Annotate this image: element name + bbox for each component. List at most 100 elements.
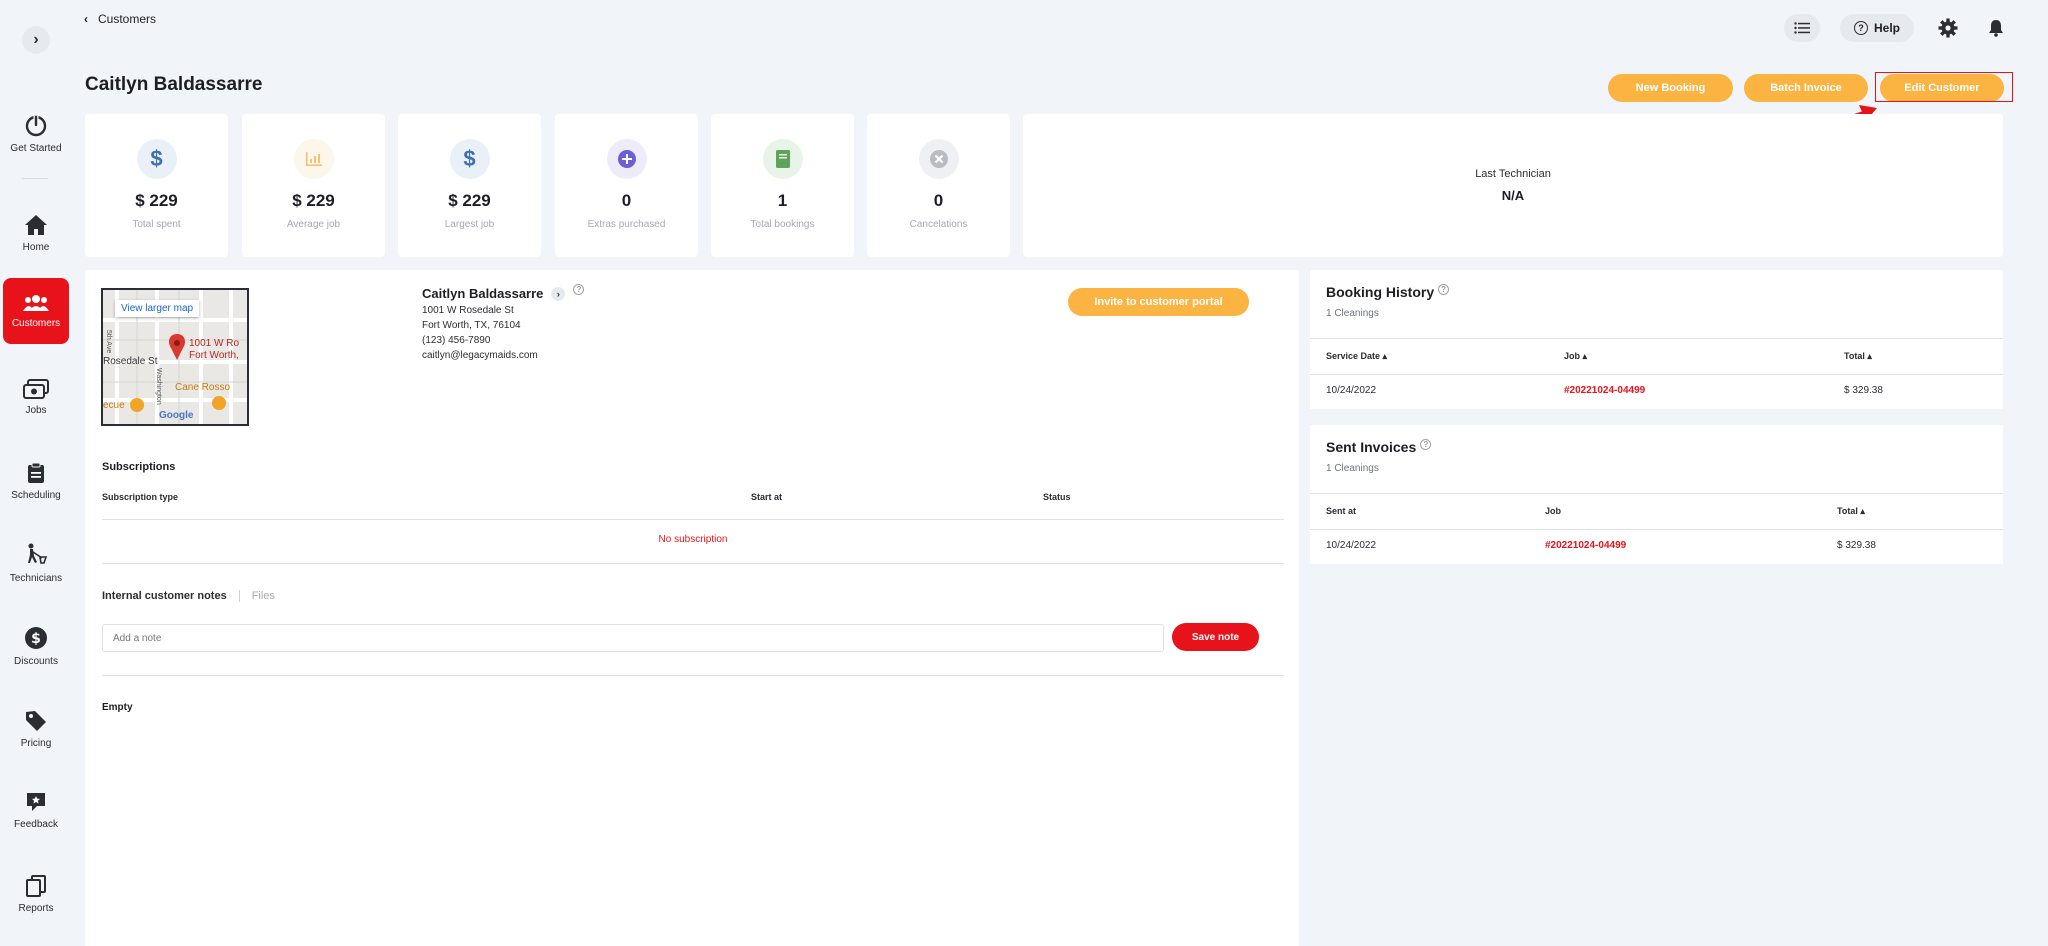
sidebar-item-technicians[interactable]: Technicians [3,530,69,596]
stat-card-largest-job: $ $ 229 Largest job [398,114,541,257]
sidebar-item-jobs[interactable]: Jobs [3,364,69,430]
sidebar-item-scheduling[interactable]: Scheduling [3,448,69,514]
stat-value: 1 [777,191,788,210]
booking-date: 10/24/2022 [1326,385,1377,396]
jobs-icon [23,378,49,399]
map-pin-label: 1001 W Ro [189,338,240,349]
note-input[interactable] [102,624,1164,652]
invite-portal-button[interactable]: Invite to customer portal [1068,288,1249,316]
subscriptions-title: Subscriptions [102,461,176,473]
sent-invoices-panel: Sent Invoices ? 1 Cleanings Sent at Job … [1310,425,2003,564]
last-technician-card: Last Technician N/A [1023,114,2003,257]
svg-text:$: $ [31,631,41,647]
map-place-label: ecue [103,400,125,411]
tag-icon [25,710,47,732]
dollar-icon: $ [136,139,177,179]
bell-icon [1989,20,2003,37]
sidebar-item-home[interactable]: Home [3,200,69,266]
map-place-label: Cane Rosso [175,382,231,393]
info-icon[interactable]: ? [1438,284,1450,295]
sidebar-item-label: Reports [18,902,54,914]
chevron-right-icon: › [33,31,39,48]
batch-invoice-button[interactable]: Batch Invoice [1744,74,1868,102]
view-larger-map-link[interactable]: View larger map [115,300,200,317]
sort-header-total[interactable]: Total ▴ [1837,506,1865,517]
sidebar-item-label: Home [22,241,50,253]
help-label: Help [1873,21,1900,35]
sidebar-item-pricing[interactable]: Pricing [3,696,69,762]
new-booking-button[interactable]: New Booking [1608,74,1733,102]
sidebar-item-customers[interactable]: Customers [3,278,69,344]
sort-header-total[interactable]: Total ▴ [1844,351,1872,362]
notes-empty-text: Empty [102,702,133,713]
customer-expand-button[interactable]: › [551,286,566,301]
sidebar-toggle-button[interactable]: › [22,26,50,54]
customer-name: Caitlyn Baldassarre [422,286,544,301]
info-icon[interactable]: ? [573,284,585,295]
question-icon: ? [1853,21,1868,35]
booking-job-link[interactable]: #20221024-04499 [1564,385,1645,396]
divider [1310,338,2003,339]
discount-icon: $ [24,626,48,650]
clipboard-icon [27,462,45,484]
customer-email: caitlyn@legacymaids.com [422,350,538,361]
sort-header-service-date[interactable]: Service Date ▴ [1326,351,1387,362]
stat-value: $ 229 [135,191,178,210]
column-header: Status [1043,492,1071,502]
map-street-label: 5th Ave [105,330,112,354]
sidebar-item-label: Jobs [25,404,47,416]
top-actions: ? Help [1783,14,2010,42]
stat-card-total-bookings: 1 Total bookings [711,114,854,257]
booking-total: $ 329.38 [1844,385,1883,396]
breadcrumb-customers-link[interactable]: Customers [98,12,156,26]
sidebar-item-feedback[interactable]: Feedback [3,777,69,843]
sort-header-job[interactable]: Job ▴ [1564,351,1587,362]
sent-invoices-title: Sent Invoices [1326,439,1417,455]
stat-label: Total bookings [750,219,815,230]
notifications-button[interactable] [1982,14,2010,42]
tab-internal-notes[interactable]: Internal customer notes [102,590,240,602]
no-subscription-text: No subscription [658,534,728,545]
breadcrumb[interactable]: ‹ Customers [84,12,156,26]
divider [102,675,1284,676]
invoice-job-link[interactable]: #20221024-04499 [1545,540,1626,551]
tab-files[interactable]: Files [240,590,275,602]
save-note-button[interactable]: Save note [1172,623,1259,651]
invoice-total: $ 329.38 [1837,540,1876,551]
stat-value: 0 [621,191,632,210]
settings-button[interactable] [1934,14,1962,42]
sidebar-divider [22,178,48,179]
dollar-icon: $ [449,139,490,179]
technician-icon [24,543,48,567]
stat-label: Largest job [444,219,495,230]
invoice-date: 10/24/2022 [1326,540,1377,551]
stat-value: 0 [933,191,944,210]
sidebar-item-label: Get Started [10,142,62,154]
column-header: Start at [751,492,783,502]
edit-customer-highlight [1875,72,2013,102]
sidebar: › Get Started Home Customers Jobs Schedu… [0,10,72,946]
divider [1310,529,2003,530]
stat-card-total-spent: $ $ 229 Total spent [85,114,228,257]
sidebar-item-label: Technicians [9,572,63,584]
divider [102,519,1284,520]
list-view-button[interactable] [1783,14,1820,42]
stat-value: $ 229 [292,191,335,210]
stat-label: Extras purchased [587,219,666,230]
notes-tabs: Internal customer notes Files [102,590,275,602]
sidebar-item-get-started[interactable]: Get Started [3,100,69,166]
last-technician-value: N/A [1501,188,1525,203]
divider [1310,374,2003,375]
customer-info: Caitlyn Baldassarre › ? 1001 W Rosedale … [422,284,585,361]
stat-value: $ 229 [448,191,491,210]
sidebar-item-discounts[interactable]: $ Discounts [3,613,69,679]
google-logo: Google [159,410,194,421]
divider [1310,493,2003,494]
home-icon [24,214,48,236]
sidebar-item-reports[interactable]: Reports [3,861,69,927]
sidebar-item-label: Customers [11,317,61,329]
help-button[interactable]: ? Help [1839,14,1914,42]
info-icon[interactable]: ? [1420,439,1432,450]
location-map[interactable]: View larger map 1001 W Ro Fort Worth, Ro… [101,288,249,426]
customer-details-panel: View larger map 1001 W Ro Fort Worth, Ro… [85,270,1299,946]
